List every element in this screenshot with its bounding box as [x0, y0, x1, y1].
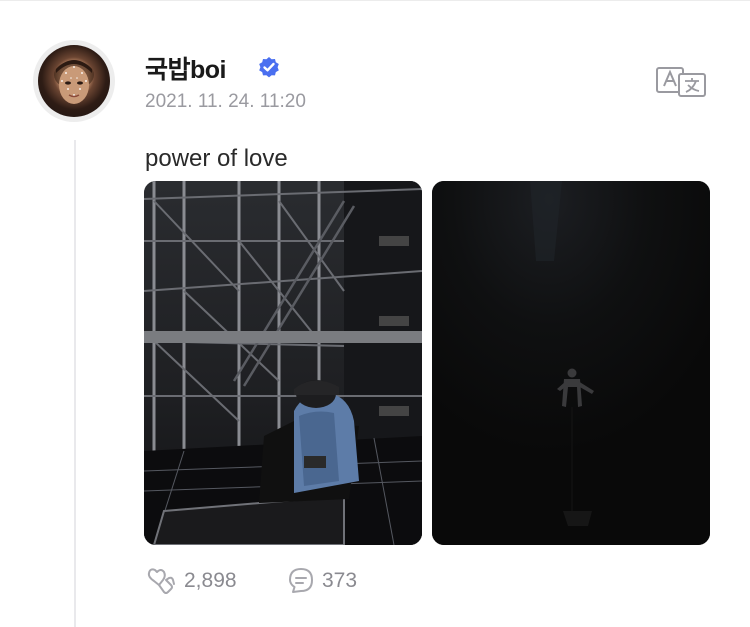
translate-button[interactable] — [655, 66, 707, 98]
dark-stage-silhouette-photo — [432, 181, 710, 545]
backstage-scaffolding-photo — [144, 181, 422, 545]
heart-hand-icon — [147, 568, 175, 594]
verified-badge-icon — [259, 57, 279, 78]
avatar-image — [38, 45, 110, 117]
post-photo-1[interactable] — [144, 181, 422, 545]
top-divider — [0, 0, 750, 1]
like-button[interactable]: 2,898 — [146, 566, 237, 596]
author-name[interactable]: 국밥boi — [145, 50, 227, 86]
post-photo-2[interactable] — [432, 181, 710, 545]
comment-button[interactable]: 373 — [286, 566, 357, 596]
comment-icon — [289, 568, 313, 593]
post-text: power of love — [145, 145, 288, 172]
avatar[interactable] — [33, 40, 115, 122]
translate-icon — [656, 67, 706, 97]
post-timestamp: 2021. 11. 24. 11:20 — [145, 91, 306, 112]
like-count: 2,898 — [184, 569, 237, 592]
comment-count: 373 — [322, 569, 358, 592]
thread-line — [74, 140, 76, 627]
